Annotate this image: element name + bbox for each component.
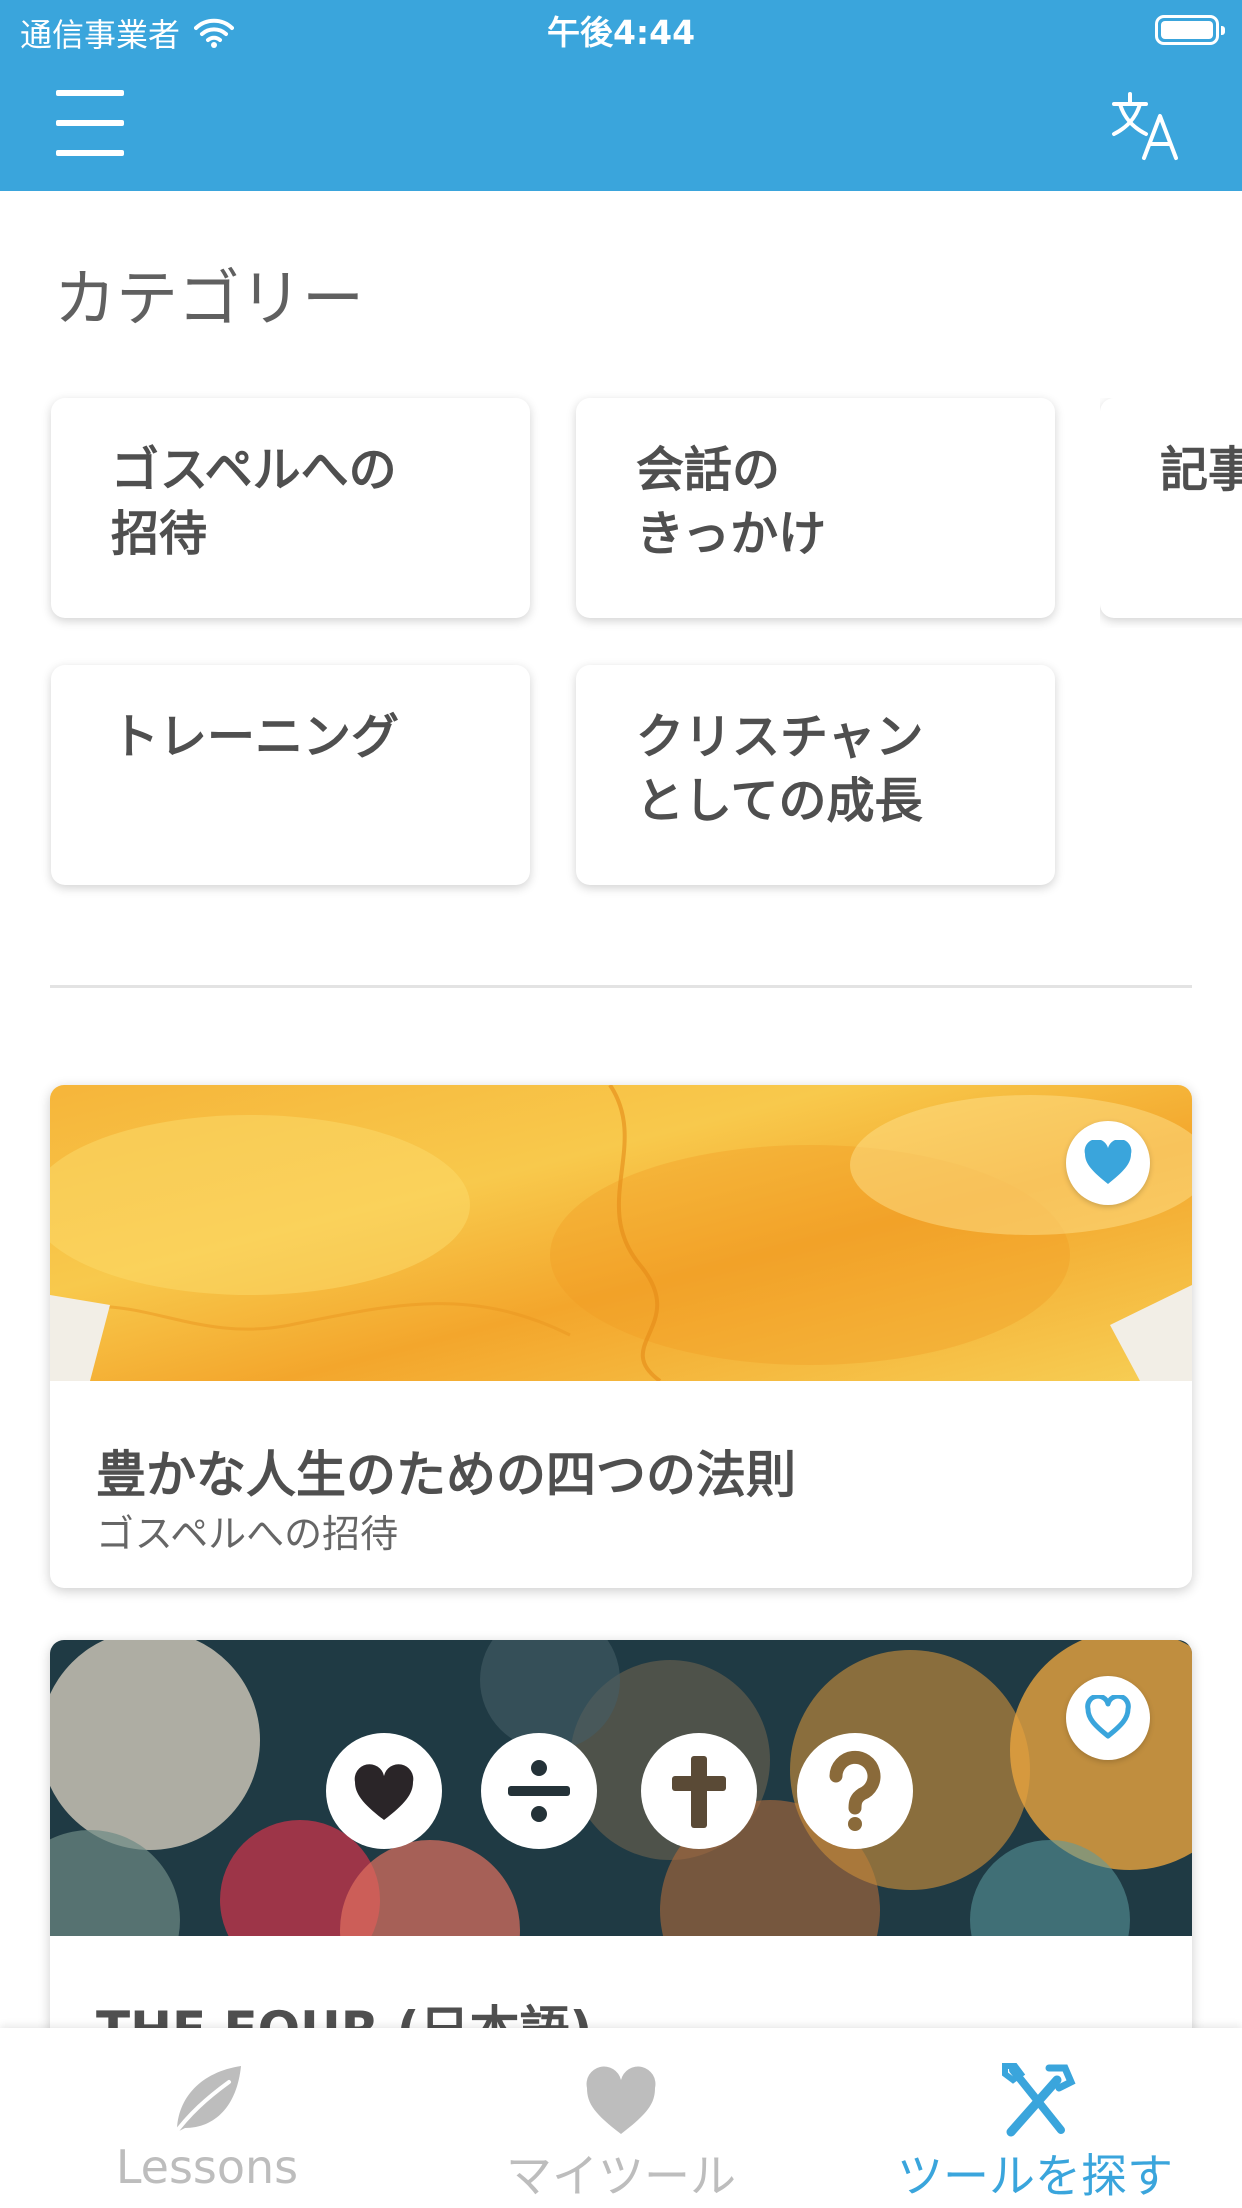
tab-my-tools[interactable]: マイツール: [414, 2028, 828, 2208]
category-card-articles[interactable]: 記事: [1100, 398, 1242, 618]
translate-icon[interactable]: [1110, 88, 1184, 162]
bokeh-four-symbols-image: [50, 1640, 1192, 1936]
hamburger-menu-icon[interactable]: [56, 88, 126, 158]
heart-icon: [586, 2066, 656, 2134]
app-header: 通信事業者 午後4:44: [0, 0, 1242, 191]
tab-label: ツールを探す: [897, 2149, 1173, 2203]
heart-filled-icon: [1084, 1140, 1132, 1184]
category-card-training[interactable]: トレーニング: [51, 665, 530, 885]
leaf-icon: [171, 2066, 241, 2138]
tab-label: Lessons: [115, 2140, 299, 2194]
question-icon: [797, 1733, 913, 1849]
tab-lessons[interactable]: Lessons: [0, 2028, 414, 2208]
divide-icon: [481, 1733, 597, 1849]
tab-bar: Lessons マイツール ツールを探す: [0, 2028, 1242, 2208]
category-card-conversation-starters[interactable]: 会話の きっかけ: [576, 398, 1055, 618]
battery-icon: [1155, 15, 1225, 45]
category-label: 会話の きっかけ: [636, 442, 827, 562]
category-label: ゴスペルへの 招待: [111, 442, 397, 562]
section-divider: [50, 985, 1192, 988]
category-card-christian-growth[interactable]: クリスチャン としての成長: [576, 665, 1055, 885]
tool-category: ゴスペルへの招待: [96, 1512, 399, 1556]
tool-title: 豊かな人生のための四つの法則: [96, 1446, 796, 1504]
tool-card-the-four[interactable]: THE FOUR (日本語): [50, 1640, 1192, 2060]
category-card-articles-clip: 記事: [1100, 398, 1242, 628]
status-time: 午後4:44: [546, 13, 696, 52]
favorite-button[interactable]: [1066, 1121, 1150, 1205]
favorite-button[interactable]: [1066, 1676, 1150, 1760]
categories-title: カテゴリー: [54, 262, 365, 335]
category-label: クリスチャン としての成長: [636, 709, 924, 829]
yellow-watercolor-image: [50, 1085, 1192, 1381]
category-card-gospel-invitation[interactable]: ゴスペルへの 招待: [51, 398, 530, 618]
tab-label: マイツール: [506, 2149, 736, 2203]
category-label: 記事: [1160, 442, 1242, 498]
heart-icon: [326, 1733, 442, 1849]
tool-card-four-spiritual-laws[interactable]: 豊かな人生のための四つの法則 ゴスペルへの招待: [50, 1085, 1192, 1588]
tools-icon: [1002, 2063, 1076, 2137]
heart-outline-icon: [1085, 1695, 1131, 1739]
category-label: トレーニング: [111, 709, 400, 765]
tab-find-tools[interactable]: ツールを探す: [828, 2028, 1242, 2208]
cross-icon: [641, 1733, 757, 1849]
